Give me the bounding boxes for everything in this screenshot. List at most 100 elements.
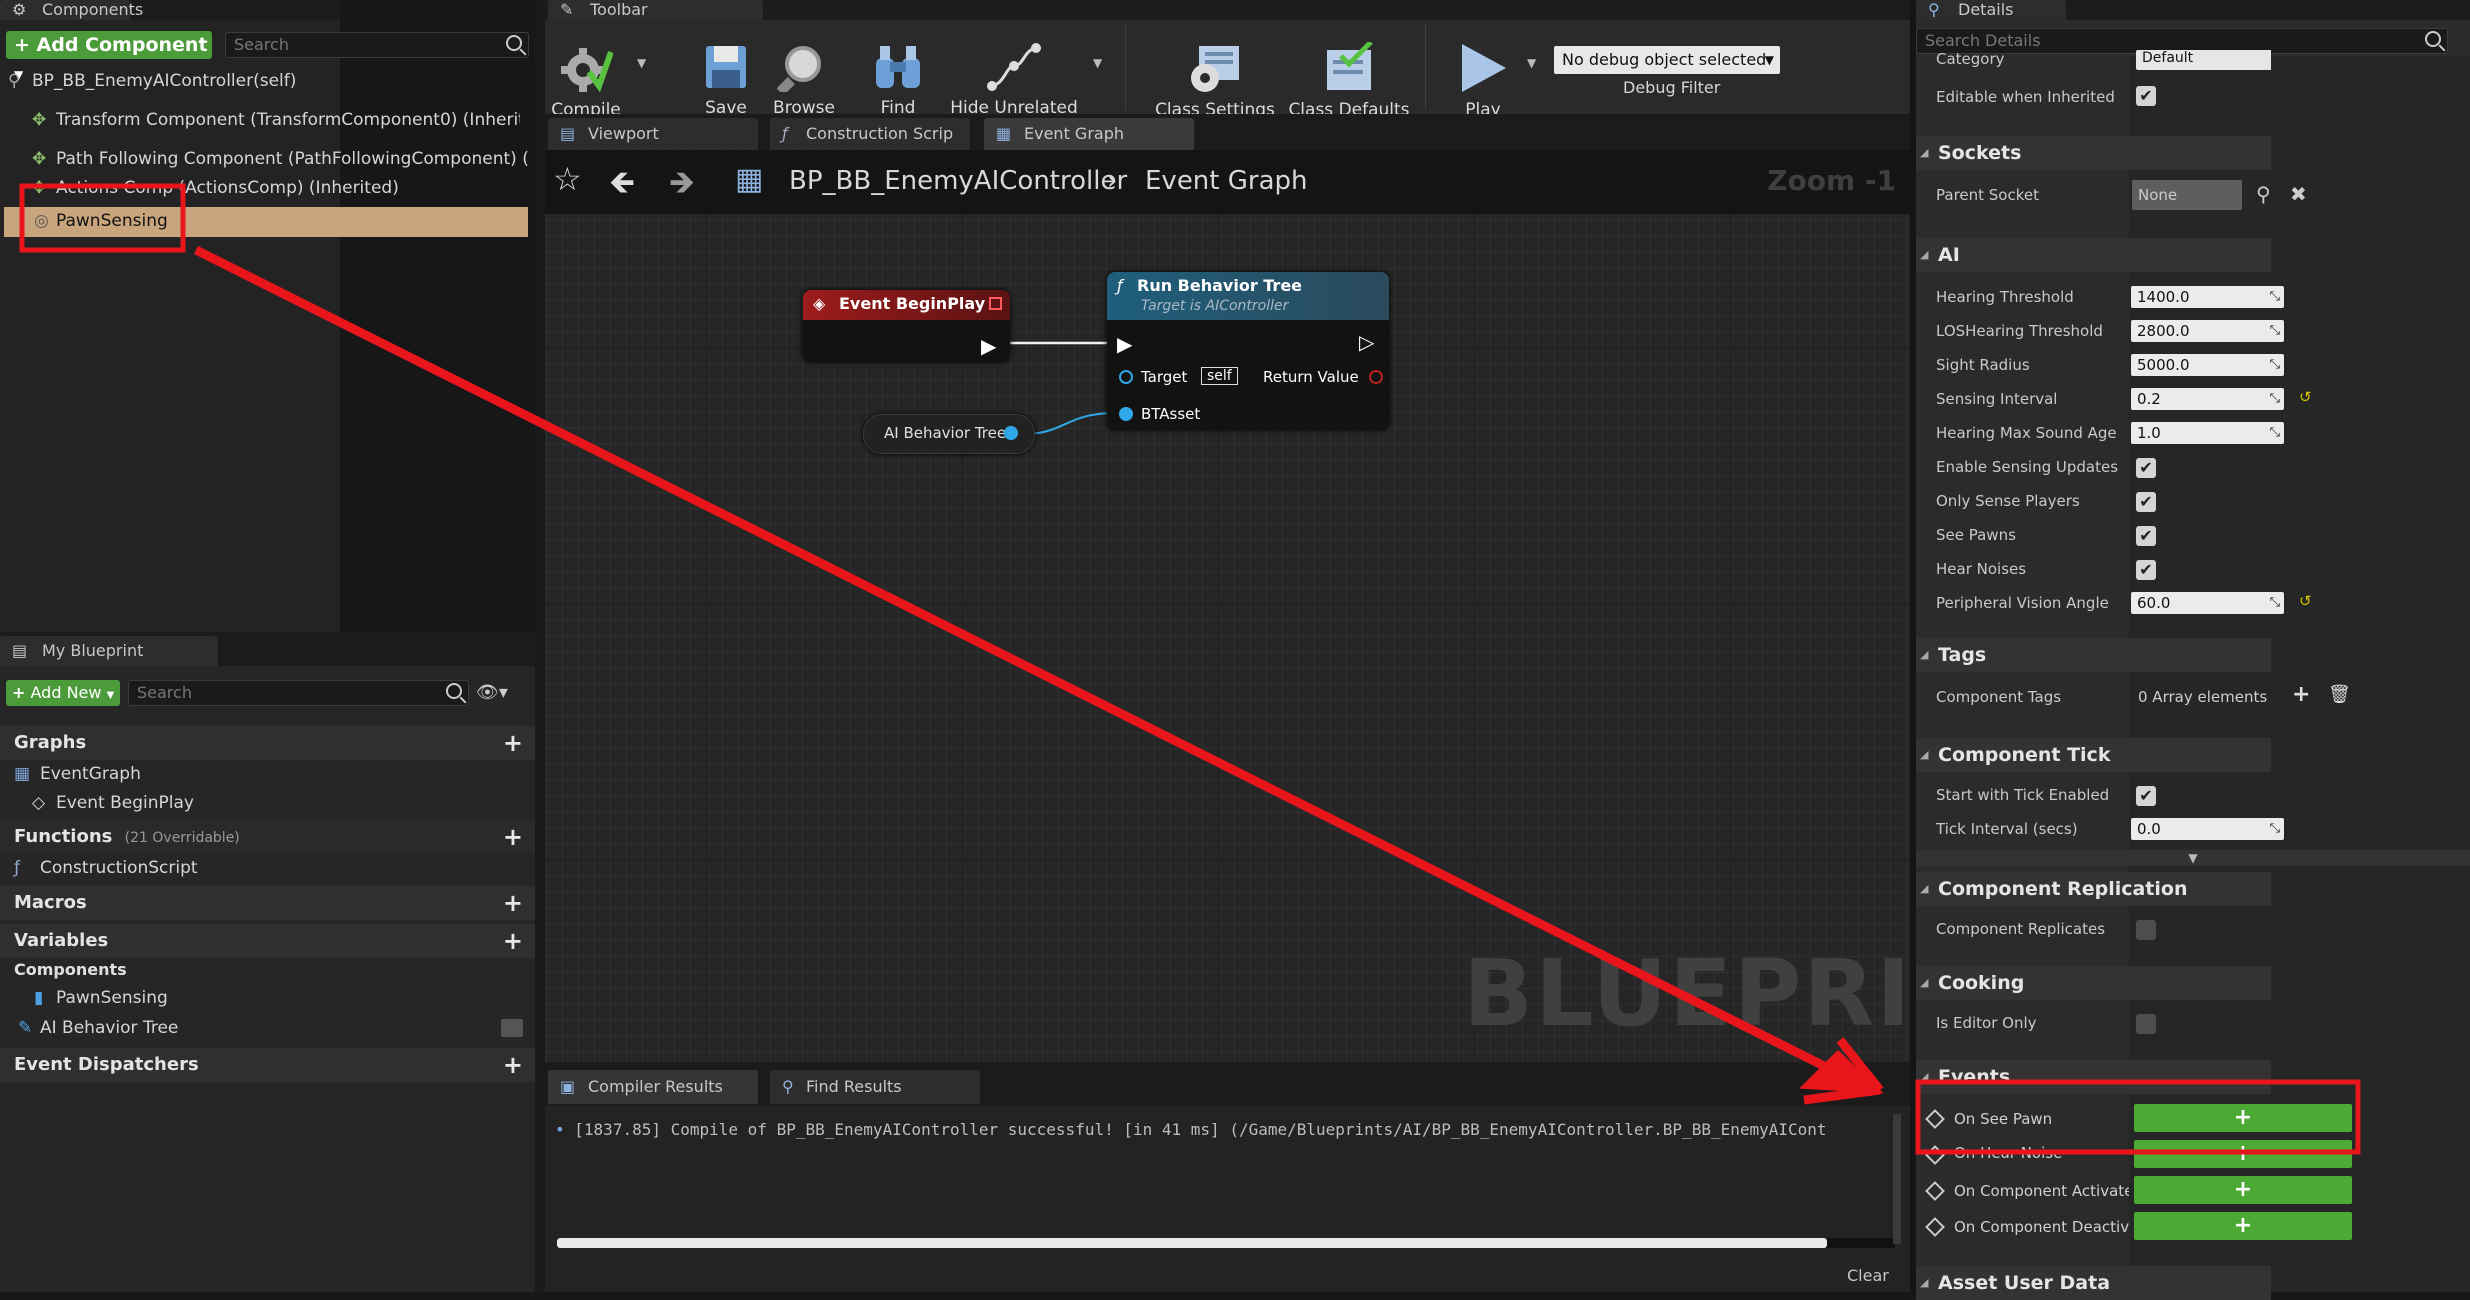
hide-unrelated-button[interactable]: Hide Unrelated <box>949 42 1079 118</box>
tab-toolbar[interactable]: ✎ Toolbar <box>548 0 763 20</box>
add-graph-plus-icon[interactable]: + <box>503 726 523 760</box>
add-on-component-deactivate-button[interactable]: + <box>2134 1212 2352 1240</box>
clear-socket-x-icon[interactable]: ✖ <box>2290 182 2307 206</box>
play-button[interactable]: Play <box>1441 42 1525 120</box>
section-sockets[interactable]: Sockets <box>1916 136 2271 170</box>
tab-details[interactable]: ⚲ Details <box>1916 0 2066 20</box>
hearing-threshold-input[interactable]: 1400.0 <box>2131 286 2284 308</box>
graph-canvas[interactable]: ☆ 🡸 🡺 ▦ BP_BB_EnemyAIController › Event … <box>545 150 2054 1062</box>
exec-in-pin-icon[interactable]: ▶ <box>1117 332 1132 356</box>
node-variable-behavior-tree[interactable]: AI Behavior Tree <box>863 414 1035 454</box>
section-graphs[interactable]: Graphs + <box>0 726 535 760</box>
graph-item-beginplay[interactable]: ◇ Event BeginPlay <box>0 789 535 817</box>
var-out-pin-icon[interactable] <box>1004 426 1018 440</box>
function-item-construction[interactable]: ƒ ConstructionScript <box>0 854 535 882</box>
add-variable-plus-icon[interactable]: + <box>503 924 523 958</box>
my-blueprint-search-input[interactable]: Search <box>128 680 469 706</box>
section-functions[interactable]: Functions (21 Overridable) + <box>0 820 535 854</box>
section-variables[interactable]: Variables + <box>0 924 535 958</box>
vertical-scrollbar[interactable] <box>1893 1114 1901 1244</box>
component-replicates-checkbox[interactable] <box>2136 920 2156 940</box>
component-root[interactable]: ⚲ BP_BB_EnemyAIController(self) <box>0 67 340 95</box>
variables-components-subheader[interactable]: Components <box>14 960 127 979</box>
add-on-component-activate-button[interactable]: + <box>2134 1176 2352 1204</box>
tab-my-blueprint[interactable]: ▤ My Blueprint <box>0 636 218 666</box>
clear-button[interactable]: Clear <box>1847 1266 1889 1285</box>
return-value-pin-icon[interactable] <box>1369 370 1383 384</box>
component-item-transform[interactable]: ✥ Transform Component (TransformComponen… <box>0 106 520 134</box>
browse-socket-search-icon[interactable]: ⚲ <box>2256 182 2271 206</box>
find-button[interactable]: Find <box>863 42 933 118</box>
add-new-button[interactable]: + Add New ▼ <box>6 680 120 706</box>
visibility-eye-icon[interactable]: 👁▾ <box>476 682 522 704</box>
tab-construction-script[interactable]: ƒ Construction Scrip <box>770 118 970 150</box>
tab-components[interactable]: ⚙ Components <box>0 0 143 20</box>
components-search-input[interactable]: Search <box>225 32 529 58</box>
debug-object-select[interactable]: No debug object selected ▼ <box>1554 46 1780 74</box>
add-component-button[interactable]: + Add Component ▼ <box>6 31 212 82</box>
node-event-beginplay[interactable]: ◈ Event BeginPlay ▶ <box>803 290 1010 362</box>
hide-unrelated-chevron-icon[interactable]: ▼ <box>1093 56 1102 70</box>
scrollbar-thumb[interactable] <box>557 1238 1827 1248</box>
tick-interval-input[interactable]: 0.0 <box>2131 818 2284 840</box>
exec-out-pin-icon[interactable]: ▷ <box>1359 330 1374 354</box>
variable-item-pawnsensing[interactable]: ▮ PawnSensing <box>0 984 535 1012</box>
delegate-pin-icon[interactable] <box>989 297 1002 310</box>
add-macro-plus-icon[interactable]: + <box>503 886 523 920</box>
see-pawns-checkbox[interactable]: ✔ <box>2136 526 2156 546</box>
section-events[interactable]: Events <box>1916 1060 2271 1094</box>
component-item-pathfollowing[interactable]: ✥ Path Following Component (PathFollowin… <box>0 145 530 173</box>
only-sense-players-checkbox[interactable]: ✔ <box>2136 492 2156 512</box>
class-defaults-button[interactable]: Class Defaults <box>1287 42 1411 120</box>
left-panel-divider[interactable] <box>535 0 545 1292</box>
component-item-actionscomp[interactable]: ✥ Actions Comp (ActionsComp) (Inherited) <box>0 174 530 202</box>
section-macros[interactable]: Macros + <box>0 886 535 920</box>
enable-sensing-updates-checkbox[interactable]: ✔ <box>2136 458 2156 478</box>
add-dispatcher-plus-icon[interactable]: + <box>503 1048 523 1082</box>
sensing-interval-input[interactable]: 0.2 <box>2131 388 2284 410</box>
tab-compiler-results[interactable]: ▣ Compiler Results <box>548 1070 758 1104</box>
loshearing-threshold-input[interactable]: 2800.0 <box>2131 320 2284 342</box>
variable-item-behavior-tree[interactable]: ✎ AI Behavior Tree <box>0 1014 535 1042</box>
browse-button[interactable]: Browse <box>767 42 841 118</box>
section-tags[interactable]: Tags <box>1916 638 2271 672</box>
hear-noises-checkbox[interactable]: ✔ <box>2136 560 2156 580</box>
node-run-behavior-tree[interactable]: ƒ Run Behavior Tree Target is AIControll… <box>1107 272 1389 430</box>
add-tag-plus-icon[interactable]: + <box>2292 682 2310 707</box>
class-settings-button[interactable]: Class Settings <box>1153 42 1277 120</box>
is-editor-only-checkbox[interactable] <box>2136 1014 2156 1034</box>
save-button[interactable]: Save <box>691 42 761 118</box>
btasset-pin-icon[interactable] <box>1119 407 1133 421</box>
target-pin-icon[interactable] <box>1119 370 1133 384</box>
tab-find-results[interactable]: ⚲ Find Results <box>770 1070 980 1104</box>
add-on-see-pawn-button[interactable]: + <box>2134 1104 2352 1132</box>
section-event-dispatchers[interactable]: Event Dispatchers + <box>0 1048 535 1082</box>
play-options-chevron-icon[interactable]: ▼ <box>1527 56 1536 70</box>
sight-radius-input[interactable]: 5000.0 <box>2131 354 2284 376</box>
reset-to-default-icon[interactable]: ↺ <box>2299 388 2312 406</box>
peripheral-vision-angle-input[interactable]: 60.0 <box>2131 592 2284 614</box>
tab-viewport[interactable]: ▤ Viewport <box>548 118 758 150</box>
exec-out-pin-icon[interactable]: ▶ <box>981 334 996 358</box>
add-function-plus-icon[interactable]: + <box>503 820 523 854</box>
start-tick-checkbox[interactable]: ✔ <box>2136 786 2156 806</box>
horizontal-scrollbar[interactable] <box>557 1238 1895 1248</box>
component-item-pawnsensing[interactable]: ◎ PawnSensing <box>4 207 528 237</box>
hearing-max-sound-age-input[interactable]: 1.0 <box>2131 422 2284 444</box>
graph-item-eventgraph[interactable]: ▦ EventGraph <box>0 760 535 788</box>
trash-icon[interactable]: 🗑 <box>2328 684 2351 705</box>
editable-inherited-checkbox[interactable]: ✔ <box>2136 86 2156 106</box>
section-ai[interactable]: AI <box>1916 238 2271 272</box>
section-component-replication[interactable]: Component Replication <box>1916 872 2271 906</box>
compile-button[interactable]: Compile <box>551 42 621 120</box>
add-on-hear-noise-button[interactable]: + <box>2134 1140 2352 1168</box>
parent-socket-field[interactable]: None <box>2132 180 2242 210</box>
section-component-tick[interactable]: Component Tick <box>1916 738 2271 772</box>
compile-options-chevron-icon[interactable]: ▼ <box>637 56 646 70</box>
expand-advanced-chevron-icon[interactable]: ▼ <box>1916 850 2470 866</box>
tab-event-graph[interactable]: ▦ Event Graph <box>984 118 1194 150</box>
category-select[interactable]: Default <box>2136 50 2271 70</box>
section-cooking[interactable]: Cooking <box>1916 966 2271 1000</box>
reset-to-default-icon[interactable]: ↺ <box>2299 592 2312 610</box>
section-asset-user-data[interactable]: Asset User Data <box>1916 1266 2271 1300</box>
